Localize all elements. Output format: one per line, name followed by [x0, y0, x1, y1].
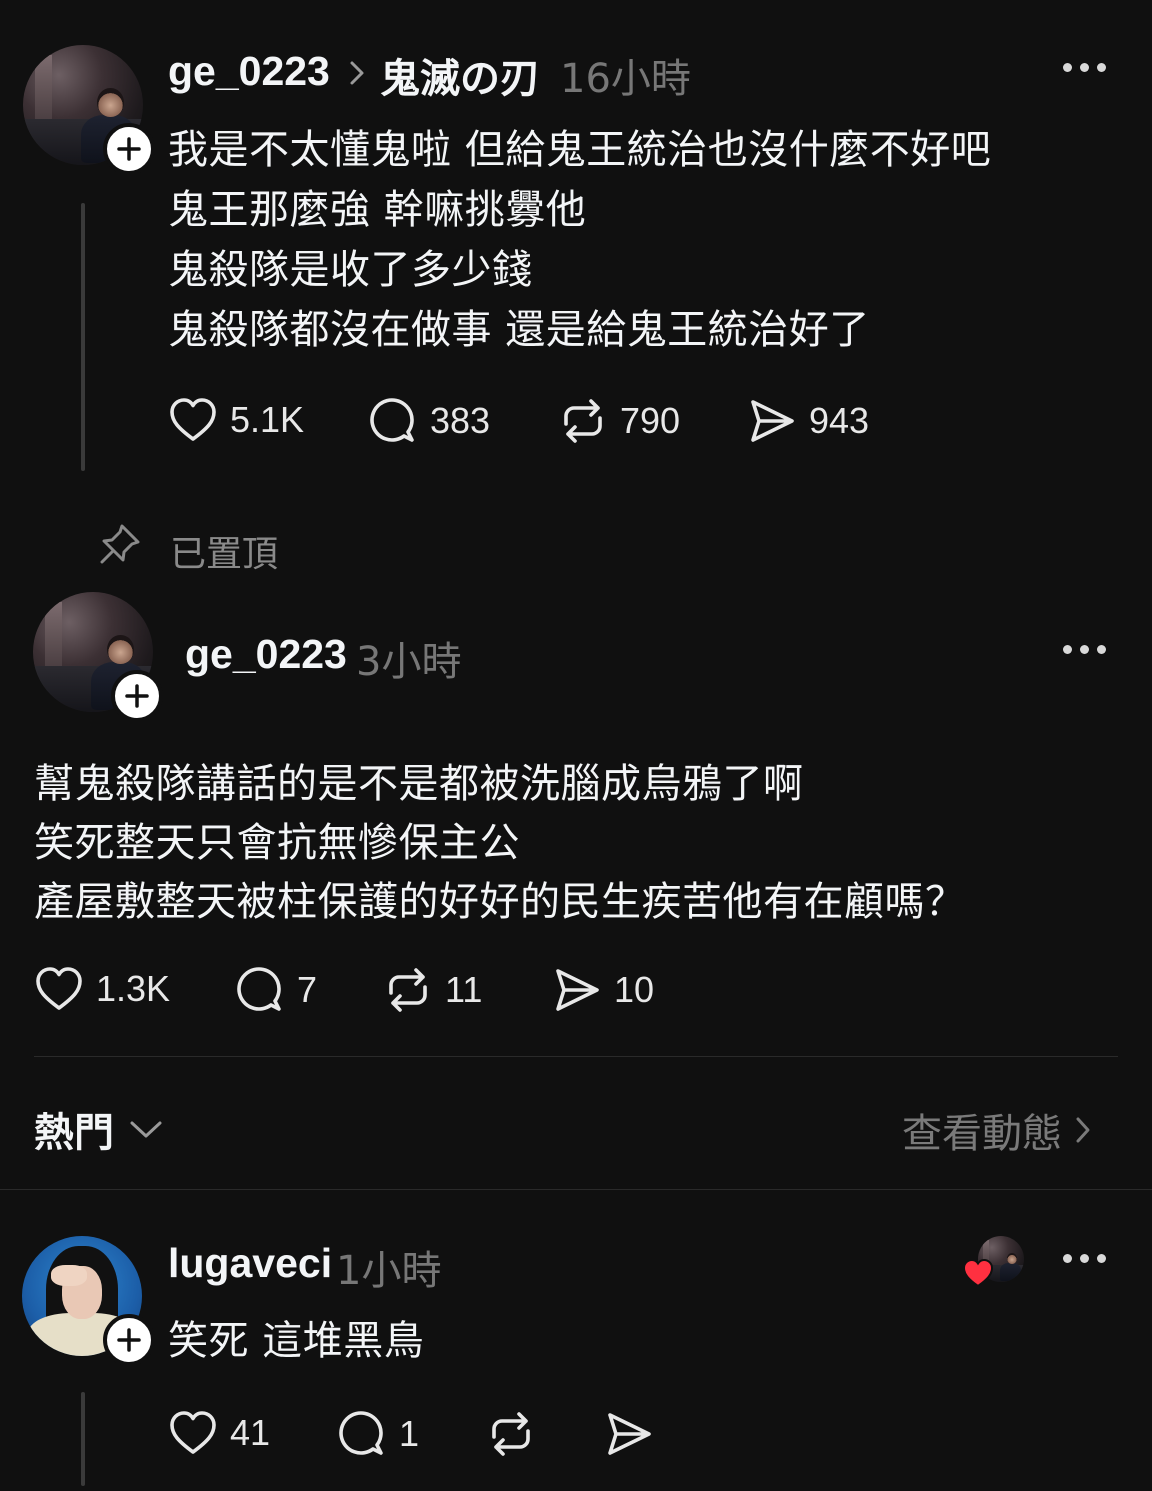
view-activity-link[interactable]: 查看動態 — [902, 1101, 1094, 1159]
view-activity-label: 查看動態 — [902, 1111, 1062, 1157]
reply-count: 7 — [297, 969, 318, 1010]
divider — [0, 1189, 1152, 1190]
chevron-right-icon — [350, 61, 364, 85]
share-icon — [608, 1413, 651, 1455]
post-text-line: 笑死 這堆黑鳥 — [168, 1318, 425, 1364]
chevron-right-icon — [1076, 1117, 1090, 1143]
more-icon[interactable] — [1063, 1254, 1106, 1263]
sort-label: 熱門 — [34, 1110, 114, 1156]
heart-icon — [36, 967, 82, 1010]
author-username[interactable]: ge_0223 — [168, 48, 330, 95]
post-text-line: 鬼殺隊都沒在做事 還是給鬼王統治好了 — [168, 307, 870, 353]
post-time: 3小時 — [356, 639, 462, 685]
heart-icon — [170, 1411, 216, 1454]
share-button[interactable]: 943 — [747, 396, 869, 446]
heart-icon — [962, 1258, 994, 1288]
share-icon — [556, 969, 599, 1011]
heart-icon — [170, 398, 216, 441]
thread-line — [81, 203, 85, 471]
like-count: 1.3K — [96, 968, 171, 1009]
share-icon — [751, 400, 794, 442]
topic-tag[interactable]: 鬼滅の刃 — [380, 46, 540, 104]
chevron-down-icon — [130, 1121, 162, 1138]
post-text-line: 幫鬼殺隊講話的是不是都被洗腦成烏鴉了啊 — [34, 761, 804, 807]
share-count: 10 — [614, 969, 655, 1010]
plus-icon — [117, 137, 141, 161]
reply-count: 1 — [399, 1413, 420, 1454]
post-time: 1小時 — [336, 1248, 442, 1294]
repost-button[interactable]: 11 — [383, 965, 482, 1015]
post-text-line: 笑死整天只會抗無慘保主公 — [34, 820, 520, 866]
reply-button[interactable]: 1 — [337, 1409, 419, 1459]
like-button[interactable]: 41 — [168, 1409, 270, 1457]
more-icon[interactable] — [1063, 63, 1106, 72]
author-username[interactable]: ge_0223 — [185, 631, 347, 678]
thread-line — [81, 1392, 85, 1486]
reply-button[interactable]: 383 — [368, 396, 490, 446]
plus-icon — [117, 1328, 141, 1352]
like-count: 5.1K — [230, 399, 305, 440]
repost-button[interactable] — [486, 1409, 536, 1459]
like-button[interactable]: 1.3K — [34, 965, 170, 1013]
post-time: 16小時 — [560, 56, 691, 102]
post-text-line: 鬼殺隊是收了多少錢 — [168, 247, 533, 293]
comment-icon — [237, 967, 281, 1011]
repost-count: 11 — [445, 969, 483, 1010]
like-button[interactable]: 5.1K — [168, 396, 304, 444]
post-text-line: 鬼王那麼強 幹嘛挑釁他 — [168, 187, 587, 233]
comment-icon — [339, 1411, 383, 1455]
repost-icon — [564, 399, 602, 443]
follow-button[interactable] — [103, 1314, 155, 1366]
comment-icon — [370, 398, 414, 442]
share-count: 943 — [809, 400, 870, 441]
follow-button[interactable] — [103, 123, 155, 175]
plus-icon — [125, 684, 149, 708]
repost-count: 790 — [620, 400, 681, 441]
pin-icon — [100, 524, 140, 564]
author-username[interactable]: lugaveci — [168, 1240, 332, 1287]
reply-count: 383 — [430, 400, 491, 441]
post-text-line: 產屋敷整天被柱保護的好好的民生疾苦他有在顧嗎？ — [34, 879, 966, 925]
share-button[interactable]: 10 — [552, 965, 654, 1015]
repost-icon — [389, 968, 427, 1012]
repost-button[interactable]: 790 — [558, 396, 680, 446]
share-button[interactable] — [604, 1409, 654, 1459]
pinned-label: 已置頂 — [170, 534, 279, 575]
repost-icon — [492, 1412, 530, 1456]
post-text-line: 我是不太懂鬼啦 但給鬼王統治也沒什麼不好吧 — [168, 127, 992, 173]
divider — [34, 1056, 1118, 1057]
sort-dropdown[interactable]: 熱門 — [34, 1100, 164, 1158]
reply-button[interactable]: 7 — [235, 965, 317, 1015]
follow-button[interactable] — [111, 670, 163, 722]
more-icon[interactable] — [1063, 645, 1106, 654]
like-count: 41 — [230, 1412, 271, 1453]
